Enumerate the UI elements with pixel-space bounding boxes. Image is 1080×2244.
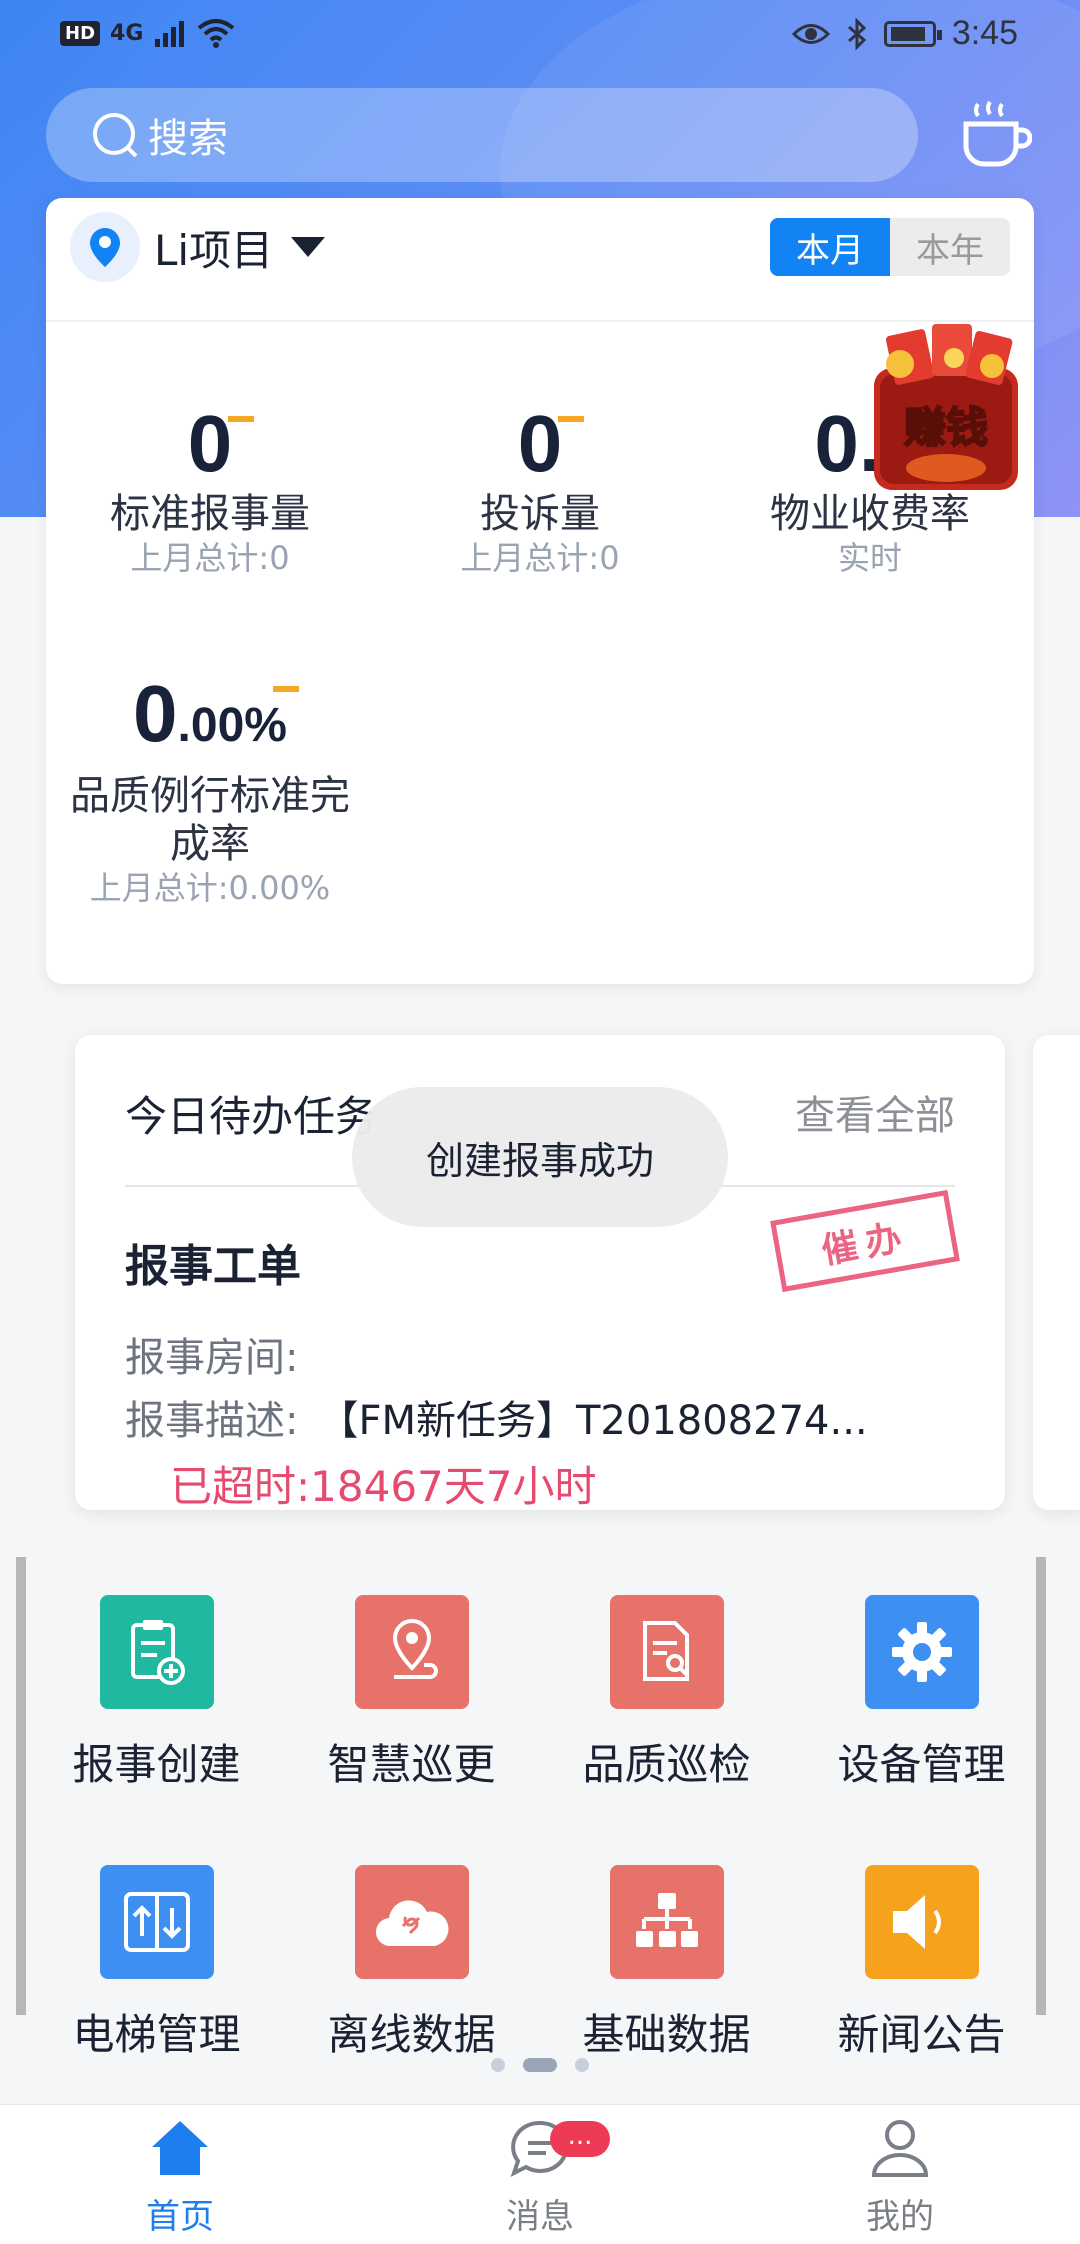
- stat-standard-reports[interactable]: 0 标准报事量 上月总计:0: [45, 404, 375, 578]
- message-badge: ...: [550, 2121, 610, 2157]
- dropdown-caret-icon: [291, 237, 326, 257]
- urge-stamp: 催办: [770, 1189, 960, 1293]
- grid-label: 报事创建: [72, 1740, 241, 1789]
- tab-profile[interactable]: 我的: [800, 2117, 1000, 2238]
- tab-home[interactable]: 首页: [80, 2117, 280, 2238]
- search-bar[interactable]: 搜索: [46, 88, 918, 182]
- project-name: Li项目: [154, 225, 274, 275]
- location-patrol-icon: [354, 1595, 469, 1709]
- grid-label: 离线数据: [327, 2010, 496, 2059]
- search-placeholder: 搜索: [148, 116, 228, 162]
- toast: 创建报事成功: [352, 1087, 728, 1227]
- coffee-cup-icon[interactable]: [962, 96, 1033, 172]
- grid-label: 智慧巡更: [327, 1740, 496, 1789]
- stat-sub: 上月总计:0: [460, 539, 620, 577]
- grid-label: 新闻公告: [837, 2010, 1006, 2059]
- tab-messages[interactable]: ... 消息: [440, 2117, 640, 2238]
- period-toggle: 本月 本年: [770, 218, 1010, 276]
- elevator-icon: [99, 1865, 214, 1979]
- grid-label: 基础数据: [582, 2010, 751, 2059]
- todo-title: 今日待办任务: [125, 1092, 378, 1141]
- grid-label: 电梯管理: [72, 2010, 241, 2059]
- next-card-peek[interactable]: [1033, 1035, 1080, 1510]
- location-pin-icon: [70, 212, 140, 282]
- stat-label: 品质例行标准完成率: [70, 773, 350, 867]
- stat-value: 0: [187, 399, 233, 488]
- stat-label: 标准报事量: [110, 491, 310, 537]
- stat-label: 物业收费率: [770, 491, 970, 537]
- stat-sub: 实时: [837, 539, 902, 577]
- scroll-edge-left: [16, 1557, 26, 2015]
- grid-label: 品质巡检: [582, 1740, 751, 1789]
- earn-money-promo-icon[interactable]: 赚钱: [870, 318, 1022, 494]
- home-icon: [152, 2121, 208, 2175]
- signal-icon: [155, 21, 185, 47]
- grid-item-elevator[interactable]: 电梯管理: [29, 1865, 284, 2062]
- grid-item-news[interactable]: 新闻公告: [794, 1865, 1049, 2062]
- desc-value: 【FM新任务】T201808274...: [318, 1398, 868, 1444]
- hd-indicator: HD: [60, 20, 101, 46]
- page-dot-active: [523, 2058, 557, 2072]
- stat-sub: 上月总计:0: [130, 539, 290, 577]
- room-row: 报事房间:: [125, 1325, 318, 1383]
- stat-complaints[interactable]: 0 投诉量 上月总计:0: [375, 404, 705, 578]
- grid-item-base-data[interactable]: 基础数据: [539, 1865, 794, 2062]
- stat-value: 0: [517, 399, 563, 488]
- tab-label: 首页: [146, 2197, 214, 2237]
- stat-sub: 上月总计:0.00%: [89, 869, 331, 907]
- search-icon: [93, 113, 138, 158]
- stat-quality-completion[interactable]: 0.00% 品质例行标准完成率 上月总计:0.00%: [45, 674, 375, 908]
- room-label: 报事房间:: [125, 1335, 299, 1381]
- gear-icon: [864, 1595, 979, 1709]
- desc-row: 报事描述: 【FM新任务】T201808274...: [125, 1388, 868, 1446]
- battery-icon: [883, 20, 942, 47]
- project-selector[interactable]: Li项目: [70, 210, 326, 284]
- promo-label: 赚钱: [904, 403, 988, 452]
- bottom-tab-bar: 首页 ... 消息 我的: [0, 2104, 1080, 2244]
- bluetooth-icon: [847, 17, 867, 50]
- trend-dash-icon: [557, 416, 584, 422]
- clock: 3:45: [951, 14, 1018, 52]
- grid-item-quality-inspection[interactable]: 品质巡检: [539, 1595, 794, 1792]
- network-type: 4G: [110, 20, 144, 46]
- grid-item-offline-data[interactable]: 离线数据: [284, 1865, 539, 2062]
- grid-item-equipment[interactable]: 设备管理: [794, 1595, 1049, 1792]
- cloud-offline-icon: [354, 1865, 469, 1979]
- grid-label: 设备管理: [837, 1740, 1006, 1789]
- overdue-text: 已超时:18467天7小时: [170, 1462, 597, 1511]
- eye-icon: [791, 23, 830, 44]
- page-dot: [491, 2058, 505, 2072]
- page-dot: [575, 2058, 589, 2072]
- desc-label: 报事描述:: [125, 1398, 299, 1444]
- speaker-icon: [864, 1865, 979, 1979]
- hierarchy-icon: [609, 1865, 724, 1979]
- tab-this-month[interactable]: 本月: [770, 218, 890, 276]
- grid-item-smart-patrol[interactable]: 智慧巡更: [284, 1595, 539, 1792]
- work-order-title: 报事工单: [125, 1241, 301, 1292]
- user-icon: [871, 2120, 929, 2177]
- stat-value-suffix: .00%: [177, 699, 287, 752]
- stat-value: 0: [133, 669, 178, 758]
- trend-dash-icon: [227, 416, 254, 422]
- grid-item-report-create[interactable]: 报事创建: [29, 1595, 284, 1792]
- report-create-icon: [99, 1595, 214, 1709]
- function-grid: 报事创建 智慧巡更 品质巡检 设备管理 电梯管理 离线数据 基础数据 新闻公告: [0, 1555, 1080, 2095]
- trend-dash-icon: [273, 686, 300, 692]
- page-indicator: [0, 2058, 1080, 2072]
- tab-label: 我的: [866, 2197, 934, 2237]
- status-bar: HD 4G 3:45: [0, 0, 1080, 72]
- stats-card: Li项目 本月 本年 0 标准报事量 上月总计:0 0 投诉量 上月总计:0 0…: [46, 198, 1034, 984]
- quality-inspect-icon: [609, 1595, 724, 1709]
- tab-this-year[interactable]: 本年: [890, 218, 1010, 276]
- app-root: HD 4G 3:45 搜索 Li项目 本月 本年 0 标准报事量 上月总计:0 …: [0, 0, 1080, 2244]
- view-all-link[interactable]: 查看全部: [795, 1083, 955, 1141]
- stat-label: 投诉量: [480, 491, 600, 537]
- tab-label: 消息: [506, 2197, 574, 2237]
- wifi-icon: [198, 19, 235, 48]
